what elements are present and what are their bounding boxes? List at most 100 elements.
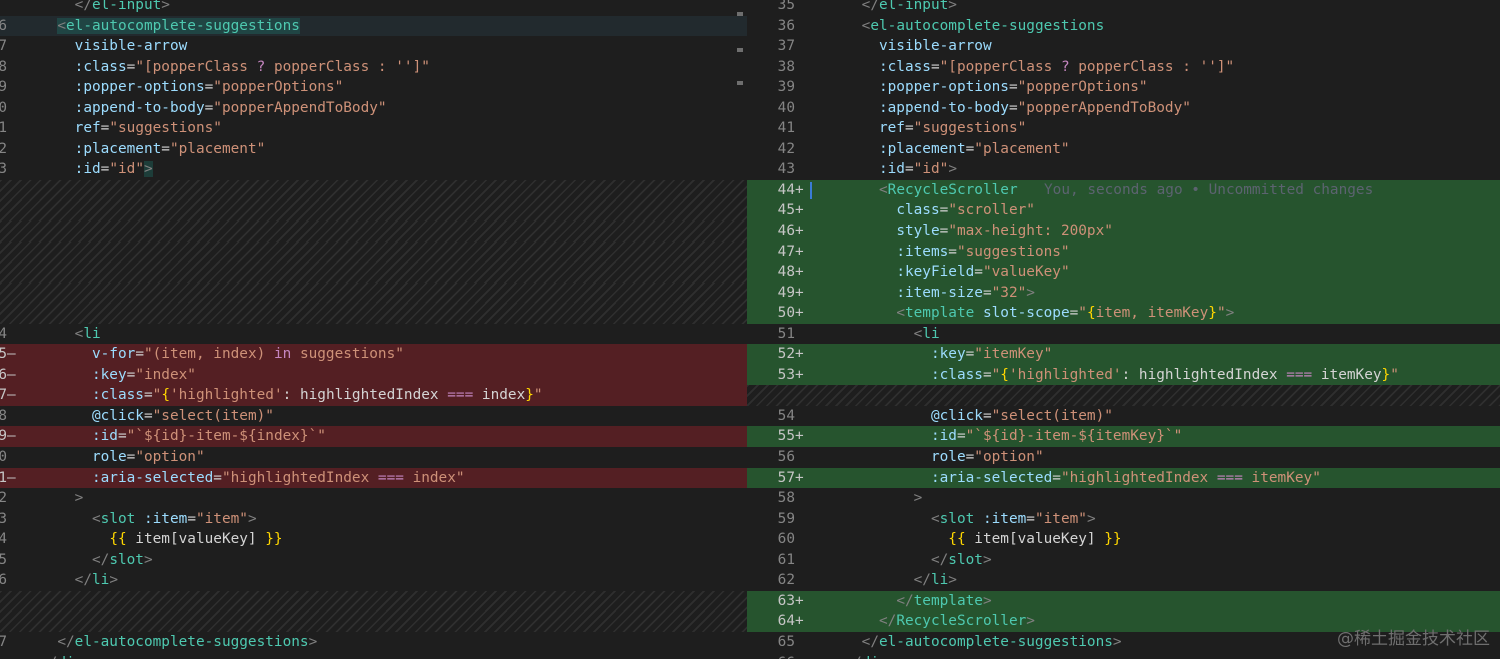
code-token: "max-height: 200px": [948, 223, 1113, 240]
code-line[interactable]: </div>: [0, 653, 747, 659]
code-token: li: [83, 325, 101, 342]
code-line[interactable]: 8 :class="[popperClass ? popperClass : '…: [0, 57, 747, 78]
line-number: 6: [0, 17, 7, 34]
code-token: >: [982, 592, 992, 609]
code-line[interactable]: 57 + :aria-selected="highlightedIndex ===…: [747, 467, 1500, 489]
code-line[interactable]: 9 :popper-options="popperOptions": [0, 77, 747, 98]
code-token: >: [143, 551, 153, 568]
line-number: [747, 385, 795, 406]
code-line[interactable]: 4 {{ item[valueKey] }}: [0, 529, 747, 550]
code-line[interactable]: 9— :id="`${id}-item-${index}`": [0, 426, 747, 448]
code-token: =: [204, 79, 214, 96]
code-line[interactable]: </el-input>: [0, 0, 747, 16]
code-line[interactable]: 1— :aria-selected="highlightedIndex === …: [0, 467, 747, 489]
code-text: ref="suggestions": [40, 118, 222, 139]
code-line[interactable]: 53 + :class="{'highlighted': highlightedI…: [747, 364, 1500, 386]
code-token: >: [109, 572, 118, 589]
code-token: "id": [913, 161, 949, 178]
code-token: :class: [878, 58, 931, 75]
code-line[interactable]: 51 <li: [747, 324, 1500, 345]
code-line[interactable]: 2 >: [0, 488, 747, 509]
code-token: : highlightedIndex: [1121, 366, 1287, 383]
code-line[interactable]: 48 + :keyField="valueKey": [747, 262, 1500, 283]
diff-original-pane[interactable]: </el-input> 6 <el-autocomplete-suggestion…: [0, 0, 747, 659]
code-line[interactable]: 39 :popper-options="popperOptions": [747, 77, 1500, 98]
code-token: "popperOptions": [1017, 79, 1148, 96]
code-line[interactable]: 36 <el-autocomplete-suggestions: [747, 16, 1500, 37]
code-line[interactable]: 56 role="option": [747, 447, 1500, 468]
code-line[interactable]: 5— v-for="(item, index) in suggestions": [0, 344, 747, 365]
code-line[interactable]: 47 + :items="suggestions": [747, 241, 1500, 263]
code-line[interactable]: 6 <el-autocomplete-suggestions: [0, 15, 747, 37]
code-line[interactable]: 7 </el-autocomplete-suggestions>: [0, 632, 747, 653]
code-line[interactable]: 5 </slot>: [0, 550, 747, 571]
code-line[interactable]: 35 </el-input>: [747, 0, 1500, 16]
code-line[interactable]: 3 <slot :item="item">: [0, 509, 747, 530]
code-line[interactable]: 40 :append-to-body="popperAppendToBody": [747, 98, 1500, 119]
code-line[interactable]: 7— :class="{'highlighted': highlightedIn…: [0, 385, 747, 406]
code-token: =: [930, 58, 940, 75]
code-line[interactable]: 63 + </template>: [747, 590, 1500, 612]
code-line[interactable]: 62 </li>: [747, 570, 1500, 591]
code-line[interactable]: 50 + <template slot-scope="{item, itemKey…: [747, 303, 1500, 324]
code-token: role: [91, 449, 127, 466]
code-line[interactable]: 41 ref="suggestions": [747, 118, 1500, 139]
code-token: index": [403, 469, 465, 486]
code-line[interactable]: 66 </div>: [747, 653, 1500, 659]
code-line[interactable]: 54 @click="select(item)": [747, 406, 1500, 427]
code-token: </: [861, 633, 879, 650]
code-line[interactable]: 46 + style="max-height: 200px": [747, 221, 1500, 242]
code-line[interactable]: 61 </slot>: [747, 550, 1500, 571]
code-line[interactable]: 37 visible-arrow: [747, 36, 1500, 57]
code-line[interactable]: 60 {{ item[valueKey] }}: [747, 529, 1500, 550]
code-token: </: [896, 592, 914, 609]
code-line[interactable]: 8 @click="select(item)": [0, 406, 747, 427]
overview-ruler[interactable]: [733, 0, 747, 659]
code-token: </: [913, 572, 931, 589]
diff-modified-pane[interactable]: 35 </el-input> 36 <el-autocomplete-sugges…: [747, 0, 1500, 659]
code-line[interactable]: 0 role="option": [0, 447, 747, 468]
code-line[interactable]: 1 ref="suggestions": [0, 118, 747, 139]
code-line[interactable]: 44 + <RecycleScroller You, seconds ago • U…: [747, 179, 1500, 201]
code-line[interactable]: 3 :id="id">: [0, 159, 747, 180]
code-line[interactable]: 59 <slot :item="item">: [747, 509, 1500, 530]
code-line[interactable]: 38 :class="[popperClass ? popperClass : …: [747, 57, 1500, 78]
code-token: slot: [939, 510, 975, 527]
line-number: [0, 611, 7, 632]
code-line[interactable]: 49 + :item-size="32">: [747, 282, 1500, 304]
code-line[interactable]: 0 :append-to-body="popperAppendToBody": [0, 98, 747, 119]
code-text: :id="`${id}-item-${index}`": [40, 426, 326, 447]
code-line[interactable]: 42 :placement="placement": [747, 139, 1500, 160]
code-token: RecycleScroller: [887, 181, 1018, 198]
code-line[interactable]: 6— :key="index": [0, 364, 747, 386]
code-line[interactable]: 55 + :id="`${id}-item-${itemKey}`": [747, 426, 1500, 448]
code-token: </: [878, 613, 897, 630]
code-token: div: [57, 655, 83, 659]
code-token: "option": [974, 449, 1044, 466]
code-line[interactable]: 52 + :key="itemKey": [747, 344, 1500, 365]
code-line[interactable]: 58 >: [747, 488, 1500, 509]
code-line[interactable]: 7 visible-arrow: [0, 36, 747, 57]
line-number: 48: [777, 264, 795, 281]
code-token: itemKey": [1242, 469, 1321, 486]
code-token: <: [896, 305, 905, 322]
code-line[interactable]: 6 </li>: [0, 570, 747, 591]
code-line[interactable]: 45 + class="scroller": [747, 200, 1500, 222]
line-number: [0, 180, 7, 201]
line-number: [0, 653, 7, 659]
line-number: 46: [777, 223, 795, 240]
code-line[interactable]: 4 <li: [0, 324, 747, 345]
code-line[interactable]: 2 :placement="placement": [0, 139, 747, 160]
code-token: >: [948, 572, 957, 589]
code-line[interactable]: 43 :id="id">: [747, 159, 1500, 180]
code-token: >: [948, 0, 957, 13]
code-token: "[popperClass: [939, 58, 1061, 75]
code-token: =: [948, 243, 957, 260]
